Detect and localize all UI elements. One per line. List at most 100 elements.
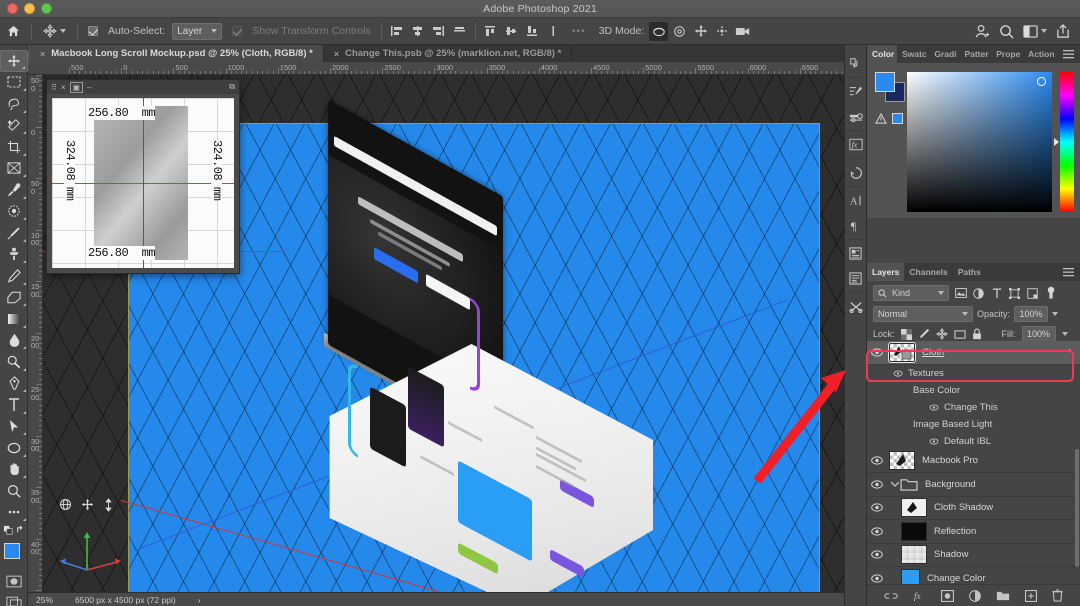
history-icon[interactable] <box>845 51 866 76</box>
gradient-tool[interactable] <box>0 308 28 330</box>
quick-mask-icon[interactable] <box>0 571 28 593</box>
default-colors-and-swap[interactable] <box>0 523 28 537</box>
zoom-tool[interactable] <box>0 480 28 502</box>
fill-input[interactable]: 100% <box>1022 326 1056 342</box>
layer-thumbnail[interactable] <box>901 522 927 541</box>
3d-axis-widget[interactable] <box>59 498 139 578</box>
expand-icon[interactable]: ⧉ <box>229 82 235 92</box>
layer-thumbnail[interactable] <box>901 498 927 517</box>
dodge-tool[interactable] <box>0 351 28 373</box>
pen-tool[interactable] <box>0 373 28 395</box>
layer-visibility-toggle[interactable] <box>871 480 889 489</box>
opacity-chevron-down-icon[interactable] <box>1052 312 1058 316</box>
paragraph-styles-icon[interactable] <box>845 266 866 291</box>
tab-gradients[interactable]: Gradi <box>929 45 959 63</box>
auto-select-scope-dropdown[interactable]: Layer <box>172 23 222 40</box>
layer-styles-icon[interactable]: fx <box>845 132 866 157</box>
tab-swatches[interactable]: Swatc <box>897 45 929 63</box>
share-user-icon[interactable] <box>974 24 990 39</box>
layer-row-cloth-shadow[interactable]: Cloth Shadow <box>867 497 1080 521</box>
3d-orbit-icon[interactable] <box>649 22 668 41</box>
canvas-viewport[interactable]: ⠿ × ▣ – ⧉ 256.80 mm 256.80 mm 324.08 mm <box>43 75 866 592</box>
align-left-icon[interactable] <box>387 21 407 41</box>
3d-zoom-icon[interactable] <box>103 498 114 512</box>
clone-stamp-tool[interactable] <box>0 244 28 266</box>
layer-row-background-group[interactable]: Background <box>867 473 1080 497</box>
3d-widget-controls[interactable] <box>59 498 139 512</box>
uv-icon[interactable]: ▣ <box>70 82 84 93</box>
color-panel[interactable] <box>867 63 1080 218</box>
3d-orbit-icon[interactable] <box>59 498 72 512</box>
layer-thumbnail[interactable] <box>901 545 927 564</box>
brush-settings-icon[interactable] <box>845 79 866 104</box>
layer-name[interactable]: Change Color <box>927 573 986 584</box>
layer-sub-change-this[interactable]: Change This <box>867 399 1080 416</box>
layer-thumbnail[interactable] <box>889 343 915 362</box>
tab-layers[interactable]: Layers <box>867 263 904 281</box>
layer-visibility-toggle[interactable] <box>871 550 889 559</box>
filter-shape-icon[interactable] <box>1008 287 1021 300</box>
layer-sub-image-based-light[interactable]: Image Based Light <box>867 416 1080 433</box>
layer-name[interactable]: Cloth Shadow <box>934 502 993 513</box>
lasso-tool[interactable] <box>0 93 28 115</box>
web-safe-color-icon[interactable] <box>892 113 903 124</box>
status-expand-icon[interactable]: › <box>198 595 201 605</box>
hand-tool[interactable] <box>0 459 28 481</box>
layer-row-change-color[interactable]: Change Color <box>867 567 1080 584</box>
gamut-warning-icon[interactable] <box>875 113 887 124</box>
uv-overlay-window[interactable]: ⠿ × ▣ – ⧉ 256.80 mm 256.80 mm 324.08 mm <box>46 79 240 274</box>
filter-toggle-icon[interactable] <box>1044 287 1057 300</box>
lock-transparent-pixels-icon[interactable] <box>901 329 912 340</box>
add-layer-mask-icon[interactable] <box>941 590 954 602</box>
new-layer-icon[interactable] <box>1025 590 1037 602</box>
layer-list-scrollbar[interactable] <box>1075 449 1079 567</box>
3d-camera-icon[interactable] <box>733 22 752 41</box>
opacity-input[interactable]: 100% <box>1014 306 1048 322</box>
hue-slider-handle[interactable] <box>1054 138 1059 146</box>
layer-sub-default-ibl[interactable]: Default IBL <box>867 433 1080 450</box>
filter-pixel-icon[interactable] <box>954 287 967 300</box>
chevron-down-icon[interactable] <box>60 29 66 33</box>
close-tab-icon[interactable]: × <box>334 49 339 59</box>
new-adjustment-layer-icon[interactable] <box>969 590 981 602</box>
color-swatches[interactable] <box>0 541 28 571</box>
tab-channels[interactable]: Channels <box>904 263 952 281</box>
distribute-v-icon[interactable] <box>544 21 564 41</box>
group-expand-chevron-icon[interactable] <box>889 481 900 487</box>
character-styles-icon[interactable] <box>845 241 866 266</box>
layer-name[interactable]: Cloth <box>922 347 944 358</box>
paragraph-icon[interactable]: ¶ <box>845 213 866 238</box>
eyedropper-tool[interactable] <box>0 179 28 201</box>
document-tab-active[interactable]: × Macbook Long Scroll Mockup.psd @ 25% (… <box>30 45 324 62</box>
align-bottom-icon[interactable] <box>523 21 543 41</box>
brushes-icon[interactable] <box>845 104 866 129</box>
3d-slide-icon[interactable] <box>712 22 731 41</box>
crop-tool[interactable] <box>0 136 28 158</box>
lock-image-pixels-icon[interactable] <box>918 328 930 340</box>
brush-tool[interactable] <box>0 222 28 244</box>
layer-visibility-toggle[interactable] <box>871 574 889 583</box>
3d-pan-icon[interactable] <box>81 498 94 512</box>
tab-color[interactable]: Color <box>867 45 897 63</box>
layer-name[interactable]: Macbook Pro <box>922 455 978 466</box>
lock-artboard-nesting-icon[interactable] <box>954 329 966 340</box>
filter-smart-object-icon[interactable] <box>1026 287 1039 300</box>
new-group-icon[interactable] <box>996 590 1010 601</box>
panel-menu-icon[interactable] <box>1057 45 1080 63</box>
add-layer-style-icon[interactable]: fx <box>913 590 926 602</box>
minimize-icon[interactable]: – <box>87 83 91 92</box>
filter-adjustment-icon[interactable] <box>972 287 985 300</box>
hue-slider[interactable] <box>1060 72 1074 212</box>
layer-row-macbook-pro[interactable]: Macbook Pro <box>867 450 1080 474</box>
color-field[interactable] <box>907 72 1052 212</box>
blur-tool[interactable] <box>0 330 28 352</box>
layer-list[interactable]: Cloth ⌃ Textures Base Color Change This … <box>867 341 1080 584</box>
filter-type-icon[interactable] <box>990 287 1003 300</box>
delete-layer-icon[interactable] <box>1052 589 1063 602</box>
history-brush-tool[interactable] <box>0 265 28 287</box>
link-layers-icon[interactable] <box>884 592 898 600</box>
screen-mode-icon[interactable] <box>0 593 28 606</box>
workspace-icon[interactable] <box>1023 25 1047 38</box>
layer-name[interactable]: Reflection <box>934 526 976 537</box>
layer-row-reflection[interactable]: Reflection <box>867 520 1080 544</box>
